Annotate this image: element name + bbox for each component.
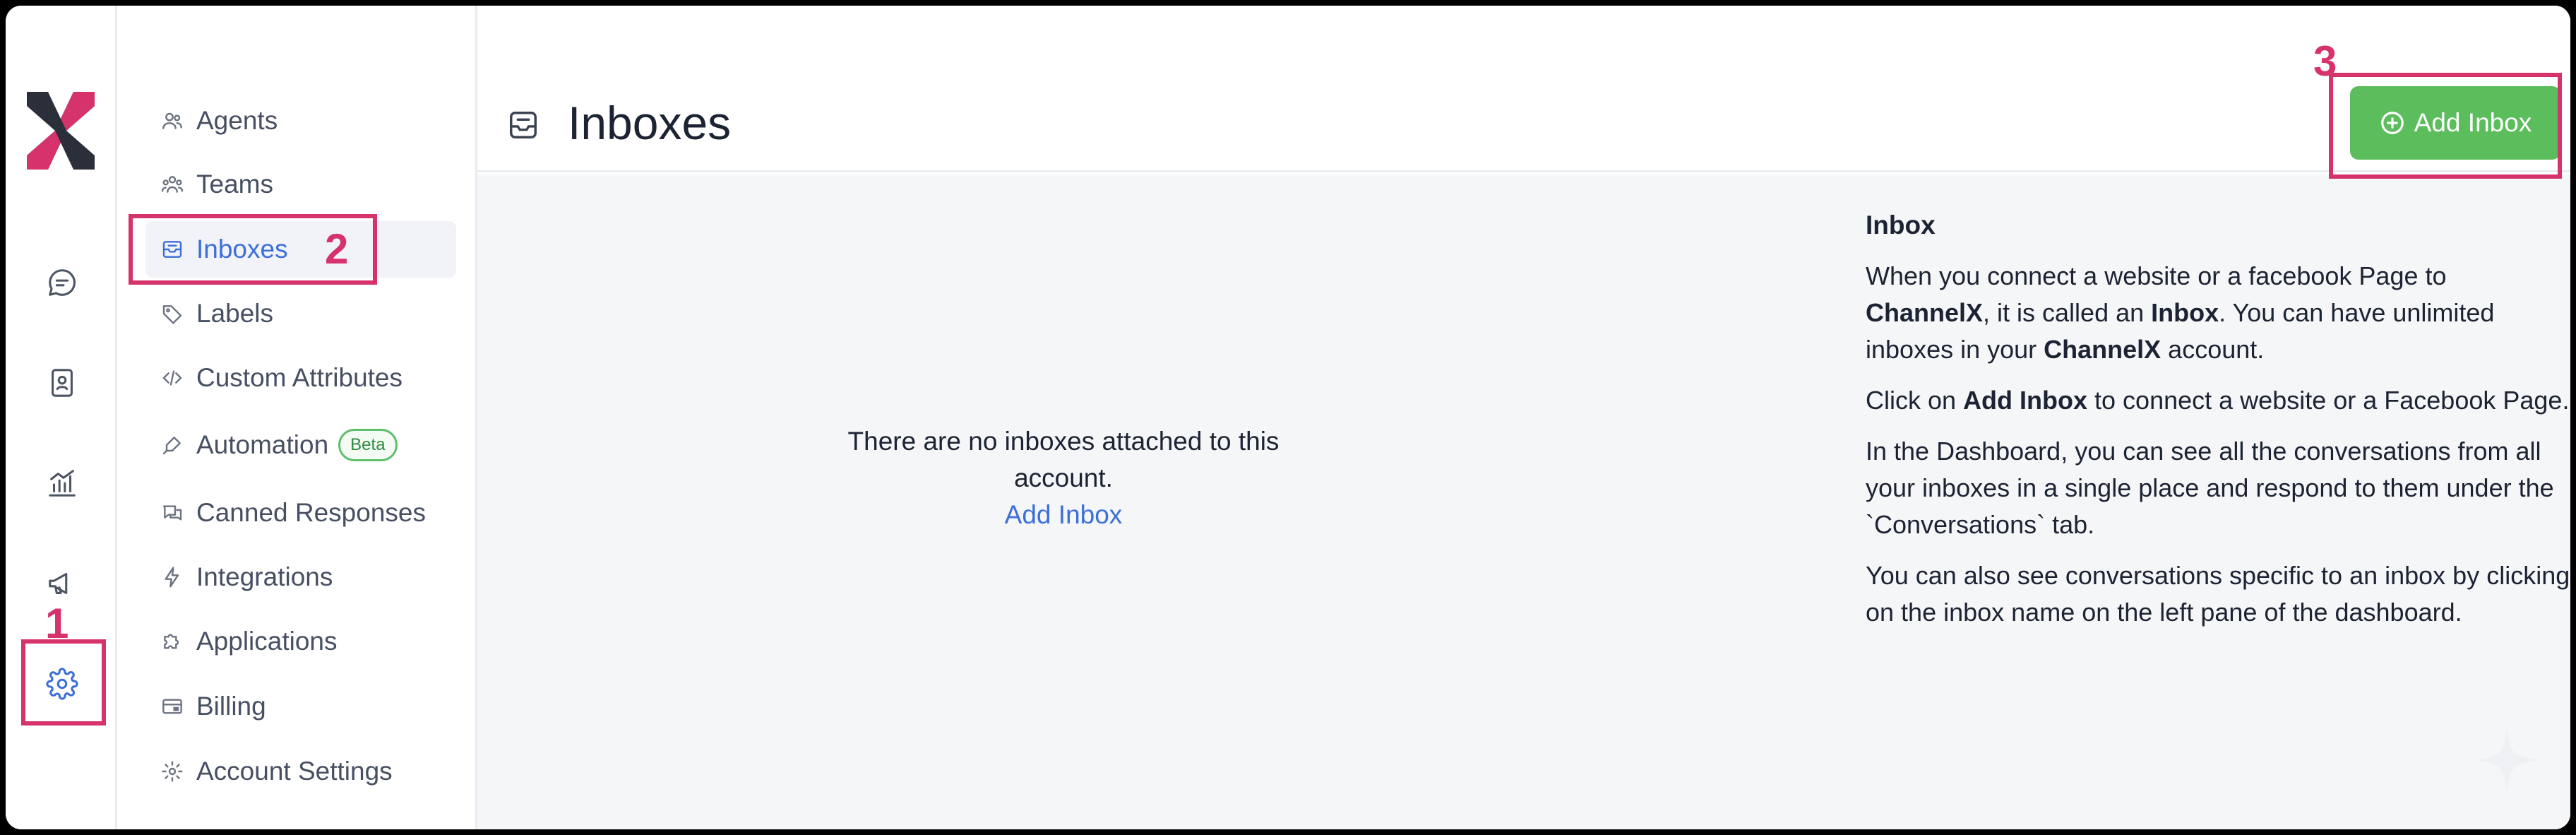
sidebar-item-account-settings[interactable]: Account Settings bbox=[145, 743, 456, 800]
sidebar-item-automation[interactable]: Automation Beta bbox=[145, 417, 456, 473]
page-header: Inboxes Add Inbox bbox=[477, 6, 2570, 172]
chat-bubbles-icon bbox=[162, 505, 182, 521]
automation-icon bbox=[162, 437, 181, 455]
sidebar-item-canned-responses[interactable]: Canned Responses bbox=[145, 485, 456, 541]
settings-sidebar: Agents Teams Inboxes Labels Custom Attri… bbox=[117, 6, 477, 829]
team-icon bbox=[161, 176, 184, 193]
annotation-number-1: 1 bbox=[45, 600, 69, 647]
help-panel: Inbox When you connect a website or a fa… bbox=[1866, 207, 2570, 645]
sidebar-item-custom-attributes[interactable]: Custom Attributes bbox=[145, 350, 456, 406]
sidebar-item-label: Custom Attributes bbox=[196, 363, 403, 392]
sidebar-item-label: Canned Responses bbox=[196, 498, 426, 527]
content-area: There are no inboxes attached to this ac… bbox=[477, 174, 2570, 829]
sidebar-item-labels[interactable]: Labels bbox=[145, 285, 456, 342]
chat-bubble-icon bbox=[49, 269, 76, 296]
sidebar-item-label: Automation bbox=[196, 430, 329, 459]
megaphone-icon bbox=[49, 573, 68, 594]
sidebar-item-label: Account Settings bbox=[196, 757, 393, 786]
lightning-icon bbox=[165, 567, 179, 588]
sidebar-item-label: Agents bbox=[196, 106, 278, 135]
beta-badge: Beta bbox=[338, 429, 398, 461]
add-inbox-link[interactable]: Add Inbox bbox=[845, 497, 1282, 533]
tag-icon bbox=[162, 305, 182, 324]
channelx-logo bbox=[27, 92, 95, 170]
users-icon bbox=[162, 112, 182, 129]
annotation-number-2: 2 bbox=[325, 225, 349, 273]
sidebar-item-integrations[interactable]: Integrations bbox=[145, 549, 456, 605]
nav-reports[interactable] bbox=[35, 456, 89, 510]
page-title: Inboxes bbox=[568, 97, 732, 149]
contacts-book-icon bbox=[52, 369, 73, 397]
sidebar-item-label: Teams bbox=[196, 170, 273, 199]
nav-conversations[interactable] bbox=[35, 256, 89, 309]
nav-contacts[interactable] bbox=[35, 356, 89, 410]
sidebar-item-label: Applications bbox=[196, 627, 338, 656]
sidebar-item-label: Billing bbox=[196, 692, 266, 721]
sidebar-item-applications[interactable]: Applications bbox=[145, 613, 456, 670]
empty-state-message: There are no inboxes attached to this ac… bbox=[847, 427, 1280, 492]
sidebar-item-teams[interactable]: Teams bbox=[145, 156, 456, 213]
help-paragraph-1: When you connect a website or a facebook… bbox=[1866, 261, 2495, 364]
sparkle-icon bbox=[2475, 728, 2539, 792]
gear-icon bbox=[162, 761, 183, 782]
annotation-box-3 bbox=[2329, 73, 2562, 179]
empty-state: There are no inboxes attached to this ac… bbox=[845, 423, 1282, 533]
puzzle-icon bbox=[164, 634, 179, 649]
sidebar-item-label: Labels bbox=[196, 299, 274, 328]
main-panel: Inboxes Add Inbox There are no inboxes a… bbox=[477, 6, 2570, 829]
help-heading: Inbox bbox=[1866, 211, 1936, 239]
chart-icon bbox=[49, 470, 76, 497]
help-paragraph-2: Click on Add Inbox to connect a website … bbox=[1866, 386, 2570, 415]
annotation-number-3: 3 bbox=[2313, 37, 2337, 85]
code-icon bbox=[162, 370, 182, 386]
help-paragraph-4: You can also see conversations specific … bbox=[1866, 561, 2570, 627]
sidebar-item-billing[interactable]: Billing bbox=[145, 678, 456, 735]
credit-card-icon bbox=[162, 699, 182, 714]
app-window: Agents Teams Inboxes Labels Custom Attri… bbox=[6, 6, 2570, 829]
sidebar-item-label: Integrations bbox=[196, 562, 333, 591]
annotation-box-1 bbox=[21, 639, 106, 726]
inbox-icon bbox=[510, 112, 537, 138]
help-paragraph-3: In the Dashboard, you can see all the co… bbox=[1866, 437, 2554, 539]
sidebar-item-agents[interactable]: Agents bbox=[145, 93, 456, 149]
